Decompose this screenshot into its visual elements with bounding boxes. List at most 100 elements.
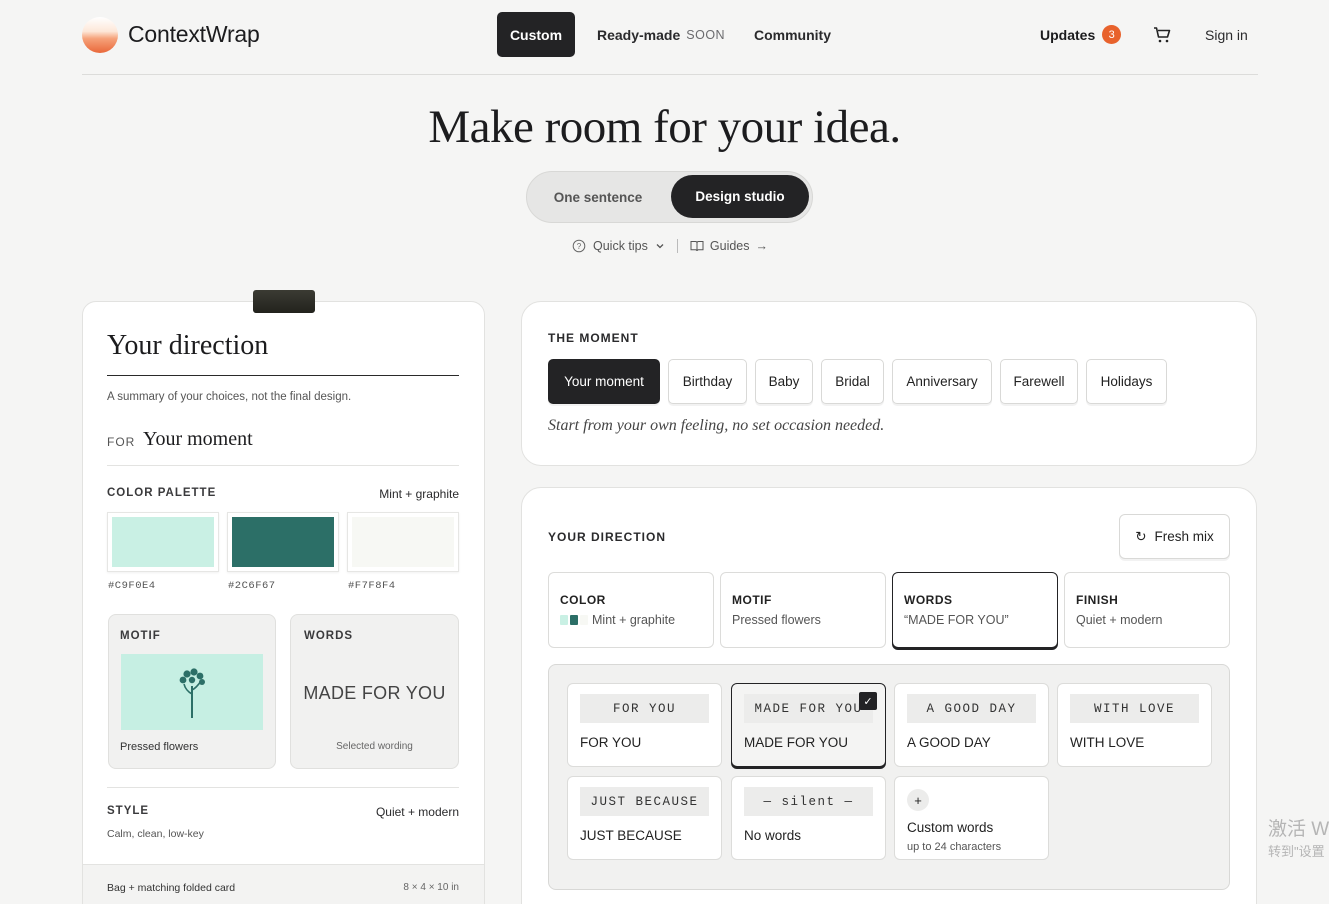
palette-value: Mint + graphite [379,487,459,501]
word-option-label: WITH LOVE [1070,735,1145,750]
toggle-one-sentence[interactable]: One sentence [532,176,664,218]
direction-card-cap: MOTIF [732,593,772,607]
hero-title: Make room for your idea. [428,101,901,153]
guides-link[interactable]: Guides [710,239,750,253]
direction-finish-card[interactable]: FINISH Quiet + modern [1064,572,1230,648]
swatch-mint [107,512,219,572]
mini-swatch [560,615,568,625]
chip-farewell[interactable]: Farewell [1000,359,1078,404]
style-label: STYLE [107,805,150,817]
word-option-tag: — silent — [744,787,873,816]
chip-bridal[interactable]: Bridal [821,359,884,404]
custom-words-sub: up to 24 characters [907,841,1002,853]
swatch-hex: #2C6F67 [228,580,276,592]
summary-divider [107,465,459,466]
chip-holidays[interactable]: Holidays [1086,359,1167,404]
direction-card-cap: WORDS [904,593,953,607]
summary-title-rule [107,375,459,376]
direction-card-value-text: Mint + graphite [592,613,676,627]
flower-icon [179,668,205,718]
soon-badge: SOON [686,27,726,42]
word-option-tag: MADE FOR YOU [744,694,873,723]
summary-title: Your direction [107,330,269,361]
words-value: MADE FOR YOU [303,683,446,703]
summary-subtitle: A summary of your choices, not the final… [107,391,352,403]
cart-icon[interactable] [1153,26,1171,44]
quick-tips-button[interactable]: Quick tips [593,239,648,253]
for-value: Your moment [143,428,253,450]
updates-label: Updates [1040,26,1096,43]
check-icon: ✓ [859,692,877,710]
swatch-hex: #C9F0E4 [108,580,156,592]
chip-birthday[interactable]: Birthday [668,359,747,404]
style-sub: Calm, clean, low-key [107,828,204,840]
moment-hint: Start from your own feeling, no set occa… [548,417,885,434]
mini-swatch [580,615,588,625]
book-icon [690,241,704,252]
fresh-mix-label: Fresh mix [1154,529,1214,544]
moment-label: THE MOMENT [548,331,639,345]
direction-label: YOUR DIRECTION [548,530,667,544]
word-option-tag: A GOOD DAY [907,694,1036,723]
direction-card-value: Pressed flowers [732,613,821,627]
word-option-just-because[interactable]: JUST BECAUSE JUST BECAUSE [567,776,722,860]
direction-card-cap: COLOR [560,593,606,607]
words-sub: Selected wording [336,741,413,752]
direction-card-cap: FINISH [1076,593,1119,607]
direction-card-value: Mint + graphite [560,613,702,627]
word-option-label: JUST BECAUSE [580,828,682,843]
updates-count-badge: 3 [1102,25,1122,44]
nav-ready-made[interactable]: Ready-made SOON [583,12,739,57]
brand-name[interactable]: ContextWrap [128,21,260,48]
swatch-paper [347,512,459,572]
brand-logo-icon[interactable] [82,17,118,53]
palette-label: COLOR PALETTE [107,487,217,499]
word-option-custom[interactable]: + Custom words up to 24 characters [894,776,1049,860]
word-option-made-for-you[interactable]: MADE FOR YOU MADE FOR YOU ✓ [731,683,886,767]
nav-custom[interactable]: Custom [497,12,575,57]
word-option-for-you[interactable]: FOR YOU FOR YOU [567,683,722,767]
help-circle-icon: ? [572,239,586,253]
direction-words-card[interactable]: WORDS “MADE FOR YOU” [892,572,1058,648]
summary-divider [107,787,459,788]
footer-item: Bag + matching folded card [107,882,236,894]
footer-size: 8 × 4 × 10 in [403,882,459,893]
motif-label: MOTIF [120,630,161,642]
chip-your-moment[interactable]: Your moment [548,359,660,404]
chevron-down-icon [656,244,664,249]
activation-overlay-line2: 转到"设置 [1268,844,1325,859]
chip-baby[interactable]: Baby [755,359,813,404]
direction-color-card[interactable]: COLOR Mint + graphite [548,572,714,648]
fresh-mix-button[interactable]: ↻ Fresh mix [1119,514,1230,559]
sign-in-link[interactable]: Sign in [1205,27,1248,43]
activation-overlay-line1: 激活 W [1268,819,1329,840]
nav-community[interactable]: Community [740,12,845,57]
refresh-icon: ↻ [1135,528,1147,544]
word-option-with-love[interactable]: WITH LOVE WITH LOVE [1057,683,1212,767]
words-label: WORDS [304,630,354,642]
arrow-right-icon: → [755,239,769,253]
motif-preview [121,654,263,730]
svg-text:?: ? [577,242,582,251]
nav-ready-made-label: Ready-made [597,26,681,43]
word-option-tag: FOR YOU [580,694,709,723]
tips-separator [676,239,678,253]
updates-button[interactable]: Updates 3 [1040,25,1122,44]
chip-anniversary[interactable]: Anniversary [892,359,992,404]
for-label: FOR [107,435,136,449]
word-option-tag: WITH LOVE [1070,694,1199,723]
card-clip [253,290,315,313]
toggle-design-studio[interactable]: Design studio [671,175,809,218]
word-option-label: MADE FOR YOU [744,735,849,750]
word-option-no-words[interactable]: — silent — No words [731,776,886,860]
header-divider [82,74,1258,75]
style-value: Quiet + modern [375,805,459,819]
word-option-a-good-day[interactable]: A GOOD DAY A GOOD DAY [894,683,1049,767]
direction-motif-card[interactable]: MOTIF Pressed flowers [720,572,886,648]
direction-card-value: Quiet + modern [1076,613,1163,627]
direction-card-value: “MADE FOR YOU” [904,613,1009,627]
custom-words-title: Custom words [907,820,994,835]
word-option-tag: JUST BECAUSE [580,787,709,816]
mini-swatch [570,615,578,625]
motif-value: Pressed flowers [120,741,199,753]
